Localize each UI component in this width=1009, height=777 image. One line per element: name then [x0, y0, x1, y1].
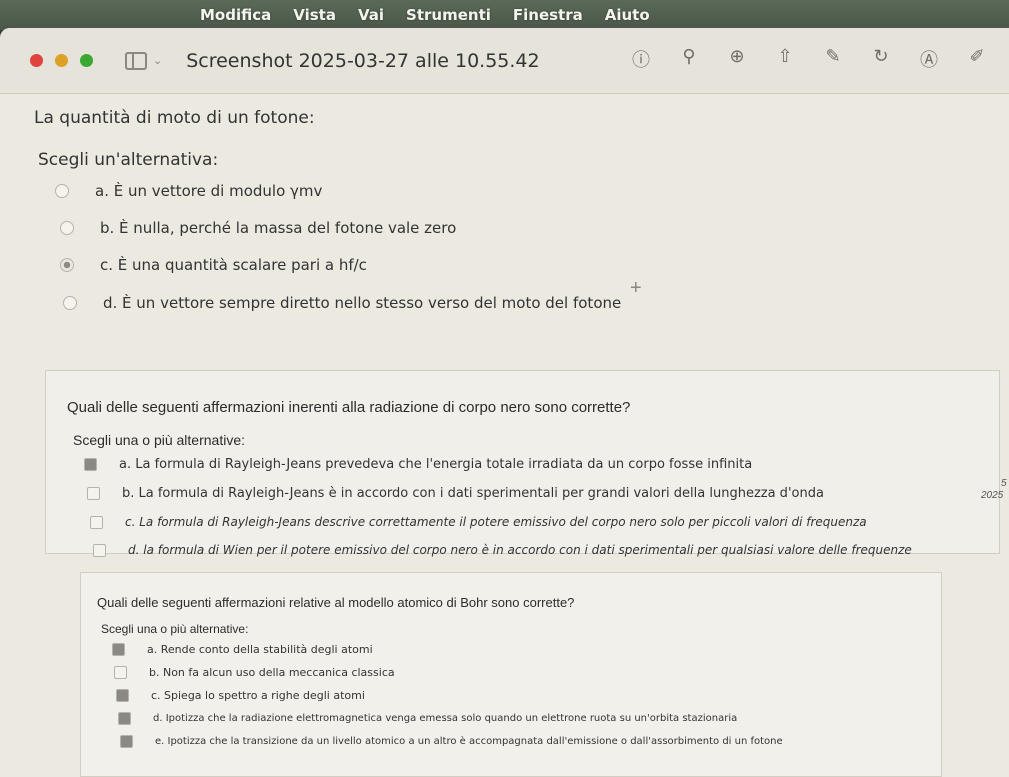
- title-bar: ⌄ Screenshot 2025-03-27 alle 10.55.42 ⓘ …: [0, 28, 1009, 94]
- checkbox-checked[interactable]: [120, 735, 133, 748]
- q2-option-b-label: b. La formula di Rayleigh-Jeans è in acc…: [122, 486, 824, 501]
- preview-window: ⌄ Screenshot 2025-03-27 alle 10.55.42 ⓘ …: [0, 28, 1009, 777]
- side-note: 5 2025: [981, 478, 1007, 502]
- radio-button[interactable]: [63, 296, 77, 310]
- document-content: La quantità di moto di un fotone: Scegli…: [0, 94, 1009, 777]
- q3-text: Quali delle seguenti affermazioni relati…: [97, 595, 575, 610]
- checkbox-checked[interactable]: [84, 458, 97, 471]
- q3-prompt: Scegli una o più alternative:: [101, 622, 249, 636]
- q2-prompt: Scegli una o più alternative:: [73, 432, 245, 448]
- share-icon[interactable]: ⇧: [773, 46, 797, 72]
- rotate-icon[interactable]: ↻: [869, 46, 893, 72]
- q1-option-c-label: c. È una quantità scalare pari a hf/c: [100, 256, 367, 274]
- edit-icon[interactable]: ✐: [965, 46, 989, 72]
- q2-panel: Quali delle seguenti affermazioni ineren…: [45, 370, 1000, 557]
- checkbox-checked[interactable]: [118, 712, 131, 725]
- q3-option-c-label: c. Spiega lo spettro a righe degli atomi: [151, 689, 365, 702]
- q3-option-b[interactable]: b. Non fa alcun uso della meccanica clas…: [114, 666, 395, 679]
- zoom-button[interactable]: [80, 54, 93, 67]
- q3-option-d[interactable]: d. Ipotizza che la radiazione elettromag…: [118, 712, 737, 725]
- q1-text: La quantità di moto di un fotone:: [34, 108, 315, 128]
- q1-option-b-label: b. È nulla, perché la massa del fotone v…: [100, 219, 457, 237]
- q1-option-c[interactable]: c. È una quantità scalare pari a hf/c: [60, 256, 367, 274]
- q3-option-b-label: b. Non fa alcun uso della meccanica clas…: [149, 666, 395, 679]
- zoom-out-icon[interactable]: ⚲: [677, 46, 701, 72]
- menubar: Modifica Vista Vai Strumenti Finestra Ai…: [0, 0, 1009, 30]
- q2-option-c[interactable]: c. La formula di Rayleigh-Jeans descrive…: [90, 515, 867, 529]
- q1-option-d-label: d. È un vettore sempre diretto nello ste…: [103, 294, 622, 312]
- q2-option-d[interactable]: d. la formula di Wien per il potere emis…: [93, 543, 912, 557]
- checkbox[interactable]: [93, 543, 106, 557]
- zoom-in-icon[interactable]: ⊕: [725, 46, 749, 72]
- chevron-down-icon[interactable]: ⌄: [153, 54, 162, 67]
- menu-strumenti[interactable]: Strumenti: [406, 6, 491, 24]
- q1-option-d[interactable]: d. È un vettore sempre diretto nello ste…: [63, 294, 621, 312]
- window-title: Screenshot 2025-03-27 alle 10.55.42: [186, 49, 540, 72]
- info-icon[interactable]: ⓘ: [629, 46, 653, 72]
- q2-option-a[interactable]: a. La formula di Rayleigh-Jeans prevedev…: [84, 457, 752, 472]
- window-controls: [30, 54, 93, 67]
- checkbox[interactable]: [90, 515, 103, 529]
- q3-option-c[interactable]: c. Spiega lo spettro a righe degli atomi: [116, 689, 365, 702]
- q1-option-a[interactable]: a. È un vettore di modulo γmv: [55, 182, 322, 200]
- q3-panel: Quali delle seguenti affermazioni relati…: [80, 572, 942, 777]
- q3-option-d-label: d. Ipotizza che la radiazione elettromag…: [153, 713, 738, 724]
- close-button[interactable]: [30, 54, 43, 67]
- checkbox-checked[interactable]: [116, 689, 129, 702]
- q1-option-b[interactable]: b. È nulla, perché la massa del fotone v…: [60, 219, 456, 237]
- menu-aiuto[interactable]: Aiuto: [605, 6, 650, 24]
- q2-text: Quali delle seguenti affermazioni ineren…: [67, 399, 631, 416]
- menu-vista[interactable]: Vista: [293, 6, 336, 24]
- checkbox-checked[interactable]: [112, 643, 125, 656]
- q2-option-d-label: d. la formula di Wien per il potere emis…: [128, 543, 912, 557]
- radio-button[interactable]: [60, 221, 74, 235]
- q1-prompt: Scegli un'alternativa:: [38, 150, 219, 170]
- q3-option-e[interactable]: e. Ipotizza che la transizione da un liv…: [120, 735, 783, 748]
- cursor-plus-icon: +: [630, 277, 642, 299]
- radio-button-selected[interactable]: [60, 258, 74, 272]
- menu-modifica[interactable]: Modifica: [200, 6, 271, 24]
- checkbox[interactable]: [87, 487, 100, 500]
- q2-option-a-label: a. La formula di Rayleigh-Jeans prevedev…: [119, 457, 753, 472]
- q1-option-a-label: a. È un vettore di modulo γmv: [95, 182, 323, 200]
- q2-option-c-label: c. La formula di Rayleigh-Jeans descrive…: [125, 515, 867, 529]
- markup-pen-icon[interactable]: ✎: [821, 46, 845, 72]
- minimize-button[interactable]: [55, 54, 68, 67]
- side-note-line2: 2025: [981, 490, 1004, 501]
- q2-option-b[interactable]: b. La formula di Rayleigh-Jeans è in acc…: [87, 486, 824, 501]
- toolbar: ⓘ ⚲ ⊕ ⇧ ✎ ↻ Ⓐ ✐: [629, 46, 989, 72]
- sidebar-toggle-icon[interactable]: [125, 51, 147, 70]
- checkbox[interactable]: [114, 666, 127, 679]
- markup-circle-icon[interactable]: Ⓐ: [917, 46, 941, 72]
- q3-option-a[interactable]: a. Rende conto della stabilità degli ato…: [112, 643, 373, 656]
- radio-button[interactable]: [55, 184, 69, 198]
- menu-vai[interactable]: Vai: [358, 6, 384, 24]
- menu-finestra[interactable]: Finestra: [513, 6, 583, 24]
- q3-option-a-label: a. Rende conto della stabilità degli ato…: [147, 643, 373, 656]
- side-note-line1: 5: [1001, 478, 1007, 489]
- q3-option-e-label: e. Ipotizza che la transizione da un liv…: [155, 736, 783, 747]
